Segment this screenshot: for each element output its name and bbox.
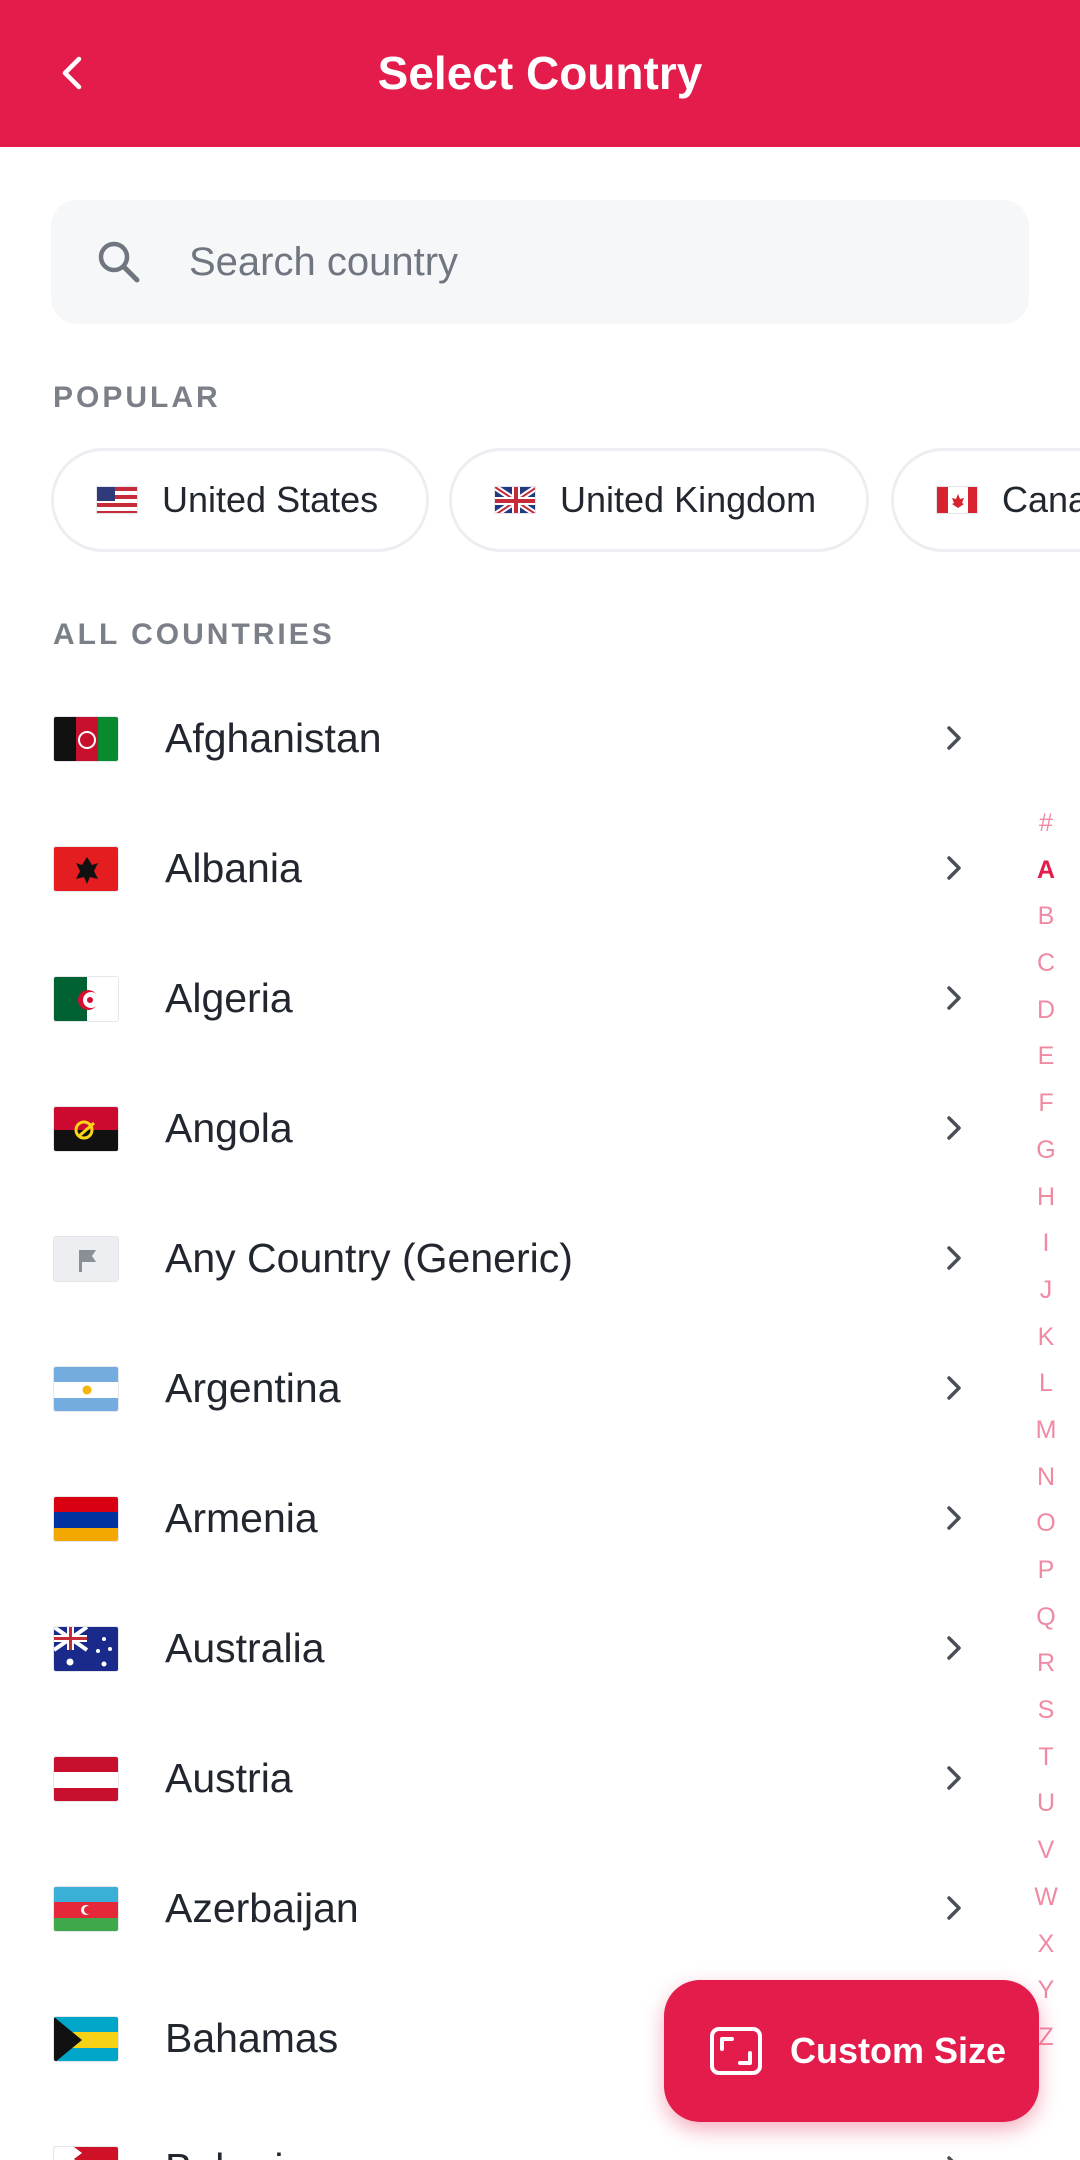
dz-flag-icon <box>53 976 119 1022</box>
chip-united-kingdom[interactable]: United Kingdom <box>449 448 869 552</box>
chevron-right-icon <box>947 1506 961 1530</box>
index-letter[interactable]: H <box>1030 1174 1062 1221</box>
chevron-right-icon <box>947 1246 961 1270</box>
country-name: Azerbaijan <box>165 1885 359 1931</box>
country-name: Afghanistan <box>165 715 382 761</box>
index-letter[interactable]: S <box>1030 1687 1062 1734</box>
index-letter[interactable]: J <box>1030 1267 1062 1314</box>
bh-flag-icon <box>53 2146 119 2160</box>
search-bar[interactable] <box>51 200 1029 324</box>
chevron-right-icon <box>947 1636 961 1660</box>
index-letter[interactable]: M <box>1030 1407 1062 1454</box>
country-name: Australia <box>165 1625 325 1671</box>
country-row-armenia[interactable]: Armenia <box>0 1455 1000 1585</box>
index-letter[interactable]: L <box>1030 1360 1062 1407</box>
bs-flag-icon <box>53 2016 119 2062</box>
custom-size-button[interactable]: Custom Size <box>664 1980 1039 2122</box>
at-flag-icon <box>53 1756 119 1802</box>
country-row-afghanistan[interactable]: Afghanistan <box>0 675 1000 805</box>
chevron-right-icon <box>947 726 961 750</box>
country-name: Algeria <box>165 975 293 1021</box>
country-row-austria[interactable]: Austria <box>0 1715 1000 1845</box>
generic-flag-icon <box>53 1236 119 1282</box>
ao-flag-icon <box>53 1106 119 1152</box>
index-letter[interactable]: B <box>1030 893 1062 940</box>
index-letter[interactable]: F <box>1030 1080 1062 1127</box>
index-letter[interactable]: O <box>1030 1500 1062 1547</box>
af-flag-icon <box>53 716 119 762</box>
chip-label: United Kingdom <box>560 479 817 520</box>
country-name: Argentina <box>165 1365 341 1411</box>
chevron-right-icon <box>947 1376 961 1400</box>
am-flag-icon <box>53 1496 119 1542</box>
us-flag-icon <box>96 486 138 514</box>
index-letter[interactable]: D <box>1030 987 1062 1034</box>
country-row-argentina[interactable]: Argentina <box>0 1325 1000 1455</box>
country-row-australia[interactable]: Australia <box>0 1585 1000 1715</box>
search-icon <box>98 241 140 283</box>
chip-united-states[interactable]: United States <box>51 448 429 552</box>
ca-flag-icon <box>936 486 978 514</box>
custom-size-label: Custom Size <box>790 2030 1007 2071</box>
index-letter[interactable]: A <box>1030 847 1062 894</box>
resize-frame-icon <box>710 2027 762 2075</box>
search-input[interactable] <box>189 200 989 324</box>
index-letter[interactable]: K <box>1030 1314 1062 1361</box>
index-letter[interactable]: N <box>1030 1454 1062 1501</box>
country-name: Angola <box>165 1105 293 1151</box>
country-row-angola[interactable]: Angola <box>0 1065 1000 1195</box>
chip-label: United States <box>162 479 379 520</box>
alphabet-index[interactable]: # A B C D E F G H I J K L M N O P Q R S T U V W X Y Z <box>1030 800 1062 2061</box>
index-letter[interactable]: U <box>1030 1780 1062 1827</box>
index-letter[interactable]: E <box>1030 1033 1062 1080</box>
index-letter[interactable]: I <box>1030 1220 1062 1267</box>
index-letter[interactable]: Q <box>1030 1594 1062 1641</box>
country-row-algeria[interactable]: Algeria <box>0 935 1000 1065</box>
index-letter[interactable]: G <box>1030 1127 1062 1174</box>
all-countries-section-label: ALL COUNTRIES <box>53 618 335 651</box>
country-name: Bahrain <box>165 2145 306 2160</box>
popular-section-label: POPULAR <box>53 381 221 414</box>
index-letter[interactable]: W <box>1030 1874 1062 1921</box>
country-row-any-country[interactable]: Any Country (Generic) <box>0 1195 1000 1325</box>
country-name: Bahamas <box>165 2015 339 2061</box>
chevron-right-icon <box>947 986 961 1010</box>
index-letter[interactable]: R <box>1030 1640 1062 1687</box>
index-letter[interactable]: C <box>1030 940 1062 987</box>
country-name: Austria <box>165 1755 293 1801</box>
index-letter[interactable]: T <box>1030 1734 1062 1781</box>
al-flag-icon <box>53 846 119 892</box>
chip-canada[interactable]: Canada <box>891 448 1080 552</box>
au-flag-icon <box>53 1626 119 1672</box>
ar-flag-icon <box>53 1366 119 1412</box>
country-row-albania[interactable]: Albania <box>0 805 1000 935</box>
gb-flag-icon <box>494 486 536 514</box>
index-letter[interactable]: V <box>1030 1827 1062 1874</box>
chip-label: Canada <box>1002 479 1080 520</box>
index-letter[interactable]: X <box>1030 1921 1062 1968</box>
country-row-azerbaijan[interactable]: Azerbaijan <box>0 1845 1000 1975</box>
chevron-right-icon <box>947 1766 961 1790</box>
chevron-right-icon <box>947 856 961 880</box>
chevron-right-icon <box>947 1116 961 1140</box>
page-title: Select Country <box>377 47 703 99</box>
country-name: Armenia <box>165 1495 318 1541</box>
app-bar: Select Country <box>0 0 1080 147</box>
popular-chips: United States United Kingdom Cana <box>51 448 1080 552</box>
country-name: Albania <box>165 845 302 891</box>
index-letter[interactable]: # <box>1030 800 1062 847</box>
chevron-right-icon <box>947 2156 954 2160</box>
index-letter[interactable]: P <box>1030 1547 1062 1594</box>
chevron-right-icon <box>947 1896 961 1920</box>
az-flag-icon <box>53 1886 119 1932</box>
country-name: Any Country (Generic) <box>165 1235 573 1281</box>
